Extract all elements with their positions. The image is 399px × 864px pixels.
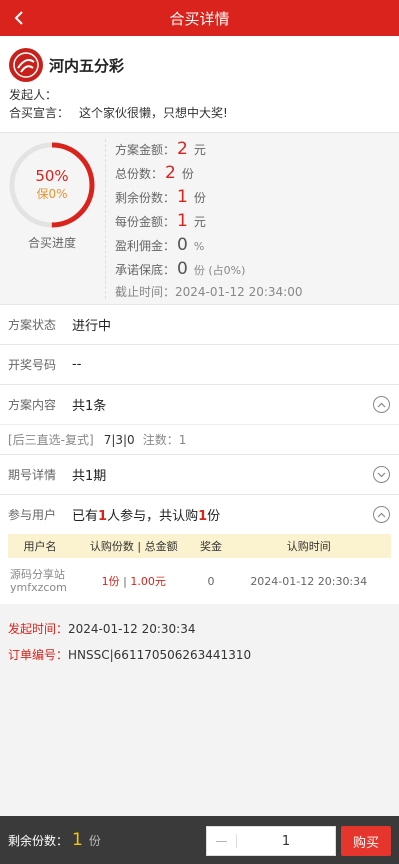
col-shares-amount: 认购份数 | 总金额 bbox=[89, 540, 178, 553]
col-prize: 奖金 bbox=[199, 540, 222, 553]
chevron-left-icon bbox=[14, 11, 23, 25]
back-button[interactable] bbox=[8, 6, 32, 30]
lottery-name: 河内五分彩 bbox=[49, 56, 125, 75]
progress-percent: 50% bbox=[35, 167, 69, 185]
chevron-up-icon[interactable] bbox=[373, 506, 390, 523]
order-number: 订单编号：HNSSC|661170506263441310 bbox=[8, 648, 252, 662]
app-header: 合买详情 bbox=[0, 0, 399, 36]
guarantee-percent: 保0% bbox=[36, 187, 68, 201]
progress-section: 50% 保0% 合买进度 方案金额： 2 元 总份数： 2 份 剩余份数： 1 份 每份金额… bbox=[0, 132, 399, 304]
content-value: 共1条 bbox=[72, 399, 107, 414]
lottery-info: 河内五分彩 发起人： 合买宣言： 这个家伙很懒，只想中大奖! bbox=[0, 36, 399, 132]
status-value: 进行中 bbox=[72, 319, 112, 334]
draw-number-value: -- bbox=[72, 357, 82, 372]
table-row: 源码分享站 ymfxzcom 1份 | 1.00元 0 2024-01-12 2… bbox=[8, 558, 391, 604]
progress-label: 合买进度 bbox=[27, 236, 76, 250]
cell-user: 源码分享站 ymfxzcom bbox=[10, 568, 67, 594]
content-detail: [后三直选-复式] 7|3|0 注数：1 bbox=[0, 424, 399, 454]
stat-item: 剩余份数： 1 份 bbox=[115, 187, 206, 207]
participants-value: 已有1人参与，共认购1份 bbox=[72, 509, 221, 524]
declaration: 合买宣言： 这个家伙很懒，只想中大奖! bbox=[9, 106, 228, 120]
order-info: 发起时间：2024-01-12 20:30:34 订单编号：HNSSC|6611… bbox=[0, 604, 399, 680]
detail-rows: 方案状态 进行中 开奖号码 -- 方案内容 共1条 [后三直选-复式] 7|3|… bbox=[0, 304, 399, 604]
cell-prize: 0 bbox=[207, 574, 215, 588]
divider bbox=[105, 139, 106, 299]
quantity-stepper[interactable]: — 1 bbox=[206, 826, 336, 856]
lottery-logo bbox=[9, 48, 43, 82]
remaining-value: 1 bbox=[72, 830, 83, 850]
remaining-label: 剩余份数： bbox=[8, 833, 69, 848]
cell-time: 2024-01-12 20:30:34 bbox=[250, 574, 368, 588]
buy-button[interactable]: 购买 bbox=[341, 826, 391, 856]
chevron-up-icon[interactable] bbox=[373, 396, 390, 413]
stat-item: 每份金额： 1 元 bbox=[115, 211, 206, 231]
minus-button[interactable]: — bbox=[207, 834, 237, 848]
bottom-bar: 剩余份数： 1 份 — 1 购买 bbox=[0, 816, 399, 864]
stat-item: 总份数： 2 份 bbox=[115, 163, 194, 183]
stat-item: 方案金额： 2 元 bbox=[115, 139, 206, 159]
period-value: 共1期 bbox=[72, 469, 107, 484]
chevron-down-icon[interactable] bbox=[373, 466, 390, 483]
initiator: 发起人： bbox=[9, 88, 58, 102]
participants-table: 用户名 认购份数 | 总金额 奖金 认购时间 源码分享站 ymfxzcom 1份… bbox=[8, 534, 391, 604]
row-content[interactable]: 方案内容 共1条 bbox=[0, 384, 399, 424]
row-draw-number: 开奖号码 -- bbox=[0, 344, 399, 384]
stat-item: 盈利佣金： 0% bbox=[115, 235, 205, 255]
launch-time: 发起时间：2024-01-12 20:30:34 bbox=[8, 622, 196, 636]
row-period[interactable]: 期号详情 共1期 bbox=[0, 454, 399, 494]
col-time: 认购时间 bbox=[286, 540, 331, 553]
page-title: 合买详情 bbox=[169, 9, 230, 28]
stat-item: 承诺保底： 0 份 (占0%) bbox=[115, 259, 246, 279]
col-username: 用户名 bbox=[23, 540, 57, 553]
quantity-input[interactable]: 1 bbox=[237, 834, 335, 849]
row-participants[interactable]: 参与用户 已有1人参与，共认购1份 bbox=[0, 494, 399, 534]
cell-shares: 1份 | 1.00元 bbox=[101, 575, 166, 588]
stats-list: 方案金额： 2 元 总份数： 2 份 剩余份数： 1 份 每份金额： 1 元 盈利佣金： 0% 承… bbox=[115, 139, 302, 307]
remaining-unit: 份 bbox=[88, 833, 101, 848]
row-status: 方案状态 进行中 bbox=[0, 304, 399, 344]
